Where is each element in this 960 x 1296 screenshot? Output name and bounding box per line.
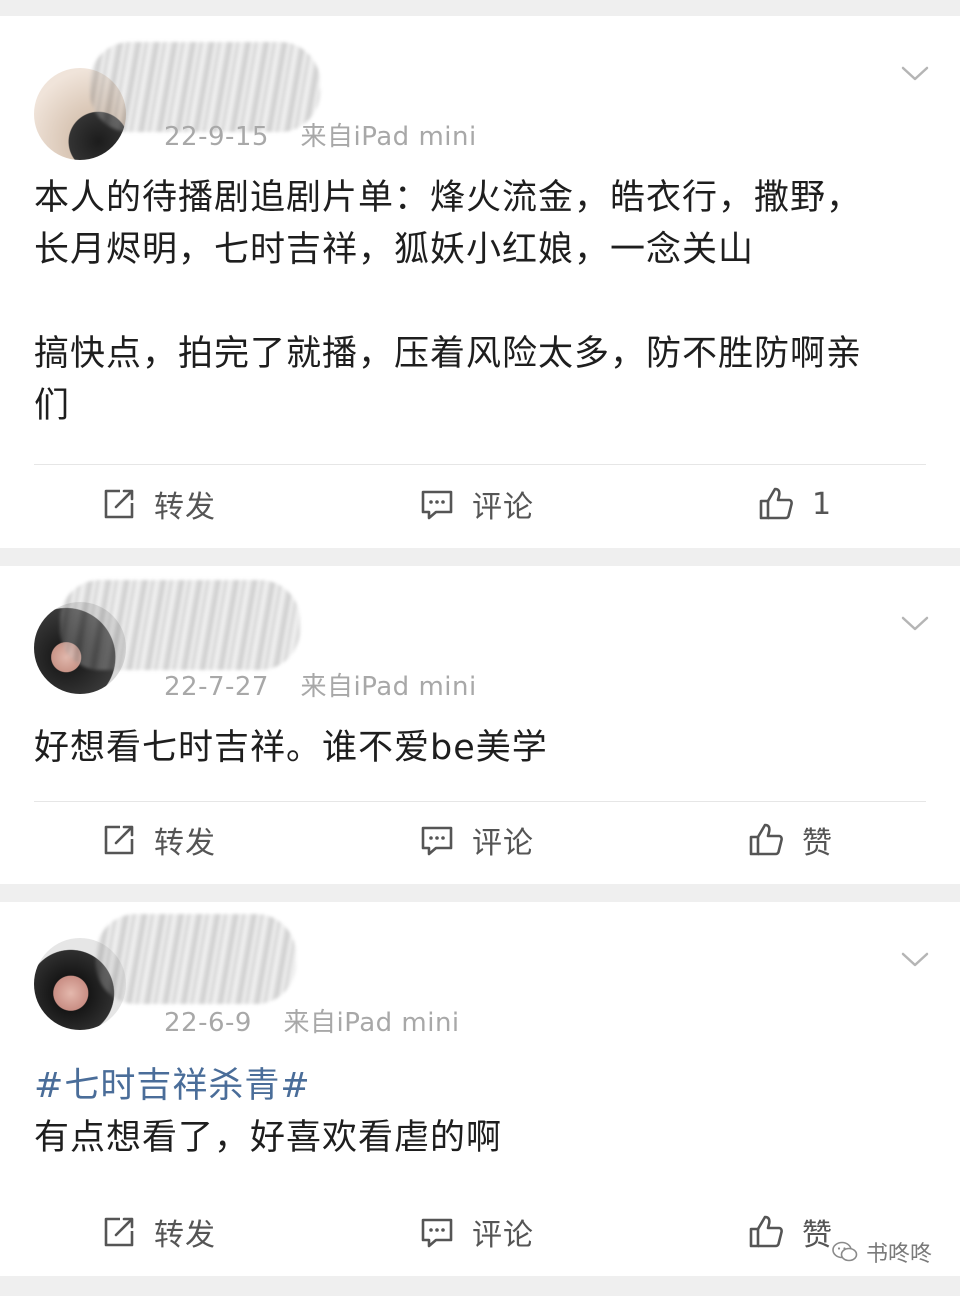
post-text: 本人的待播剧追剧片单：烽火流金，皓衣行，撒野， 长月烬明，七时吉祥，狐妖小红娘，… [34, 178, 863, 426]
repost-label: 转发 [154, 1218, 216, 1253]
post-card: 22-7-27 来自iPad mini 好想看七时吉祥。谁不爱be美学 转发 评… [0, 566, 960, 884]
post-card: 22-9-15 来自iPad mini 本人的待播剧追剧片单：烽火流金，皓衣行，… [0, 16, 960, 548]
comment-icon [421, 490, 453, 520]
comment-button[interactable]: 评论 [420, 810, 534, 870]
repost-button[interactable]: 转发 [102, 1202, 216, 1262]
weibo-comment-feed: 22-9-15 来自iPad mini 本人的待播剧追剧片单：烽火流金，皓衣行，… [0, 0, 960, 1296]
post-source: 来自iPad mini [300, 122, 477, 152]
repost-label: 转发 [154, 490, 216, 525]
like-count: 1 [812, 486, 833, 522]
wechat-icon [832, 1241, 858, 1262]
like-label: 赞 [802, 826, 833, 861]
repost-icon [104, 825, 134, 855]
topic-hashtag-link[interactable]: #七时吉祥杀青# [34, 1060, 926, 1112]
like-button[interactable]: 赞 [748, 1202, 833, 1262]
post-meta: 22-7-27 来自iPad mini [164, 666, 477, 703]
watermark-label: 书咚咚 [865, 1242, 932, 1267]
repost-icon [104, 1217, 134, 1247]
thumbs-up-icon [749, 823, 783, 856]
post-timestamp: 22-9-15 [164, 122, 269, 152]
comment-button[interactable]: 评论 [420, 474, 534, 534]
repost-button[interactable]: 转发 [102, 810, 216, 870]
chevron-down-icon[interactable] [900, 950, 930, 970]
comment-icon [421, 826, 453, 856]
thumbs-up-icon [749, 1215, 783, 1248]
post-source: 来自iPad mini [300, 672, 477, 702]
repost-icon [104, 489, 134, 519]
thumbs-up-icon [759, 487, 793, 520]
repost-label: 转发 [154, 826, 216, 861]
post-card: 22-6-9 来自iPad mini #七时吉祥杀青# 有点想看了，好喜欢看虐的… [0, 902, 960, 1276]
like-label: 赞 [802, 1218, 833, 1253]
post-meta: 22-9-15 来自iPad mini [164, 116, 477, 153]
watermark: 书咚咚 [832, 1236, 932, 1268]
divider [34, 801, 926, 802]
action-bar: 转发 评论 赞 [0, 810, 960, 870]
comment-button[interactable]: 评论 [420, 1202, 534, 1262]
comment-label: 评论 [472, 1218, 534, 1253]
post-source: 来自iPad mini [283, 1008, 460, 1038]
post-meta: 22-6-9 来自iPad mini [164, 1002, 460, 1039]
username-redacted[interactable] [60, 580, 300, 670]
post-text: 好想看七时吉祥。谁不爱be美学 [34, 728, 548, 768]
post-timestamp: 22-6-9 [164, 1008, 252, 1038]
comment-label: 评论 [472, 826, 534, 861]
comment-label: 评论 [472, 490, 534, 525]
post-text: 有点想看了，好喜欢看虐的啊 [34, 1118, 503, 1158]
like-button[interactable]: 1 [758, 474, 832, 534]
divider [34, 464, 926, 465]
chevron-down-icon[interactable] [900, 64, 930, 84]
username-redacted[interactable] [96, 914, 296, 1004]
repost-button[interactable]: 转发 [102, 474, 216, 534]
like-button[interactable]: 赞 [748, 810, 833, 870]
action-bar: 转发 评论 赞 [0, 1202, 960, 1262]
chevron-down-icon[interactable] [900, 614, 930, 634]
action-bar: 转发 评论 1 [0, 474, 960, 534]
post-timestamp: 22-7-27 [164, 672, 269, 702]
comment-icon [421, 1218, 453, 1248]
